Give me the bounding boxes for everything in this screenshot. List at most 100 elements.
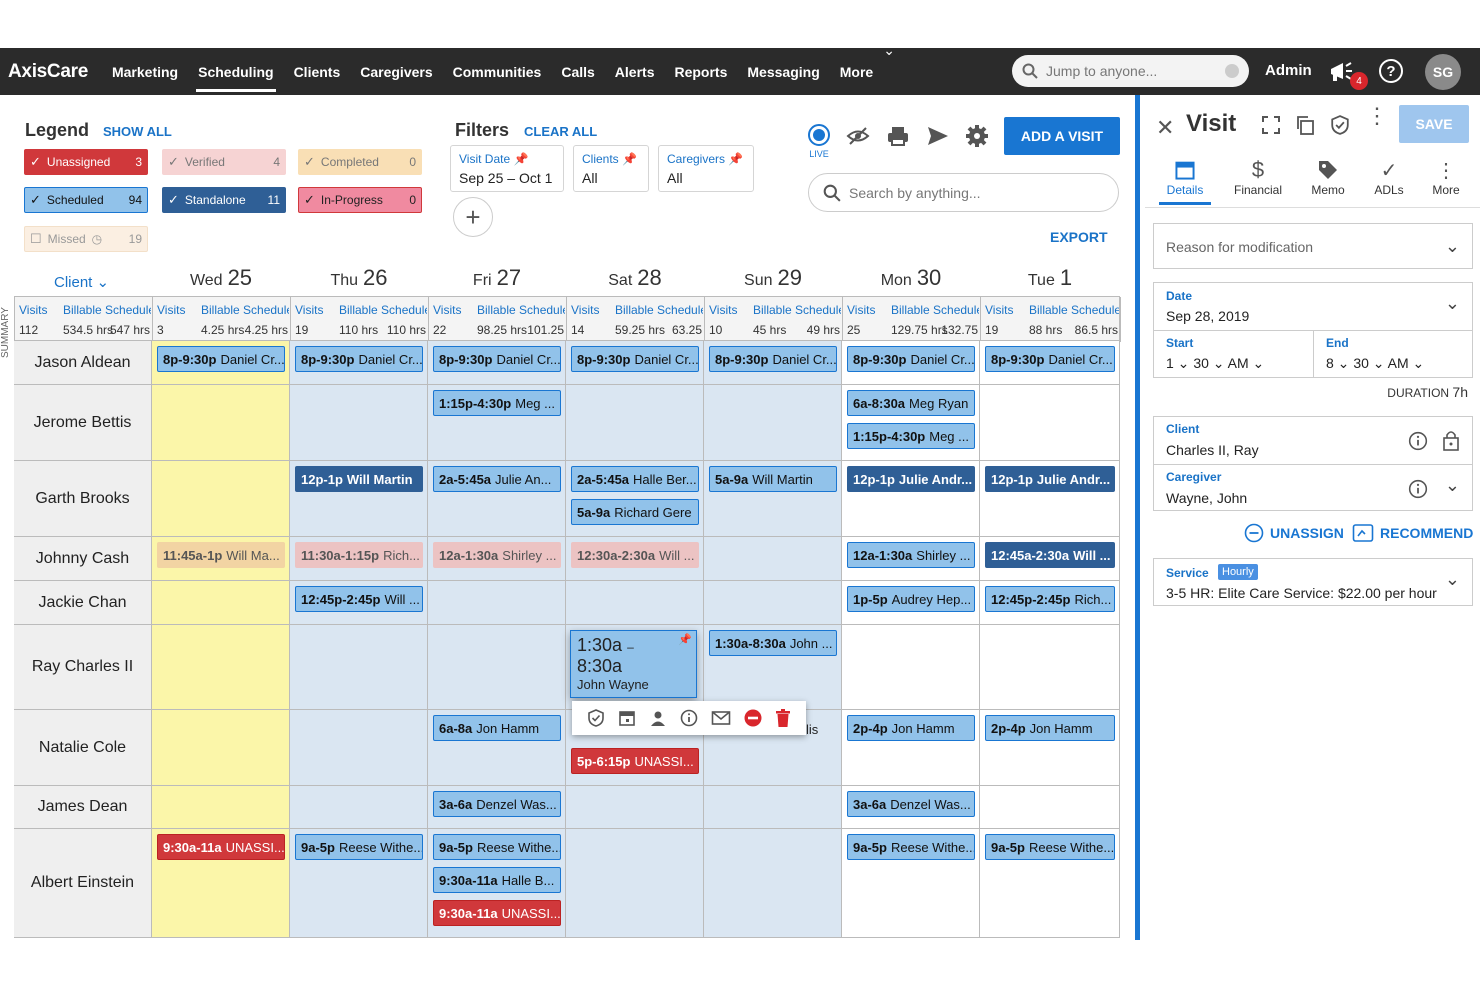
tab-financial[interactable]: $ Financial: [1228, 157, 1288, 197]
nav-item-more[interactable]: More: [830, 48, 883, 95]
person-icon[interactable]: [649, 709, 667, 727]
day-cell[interactable]: [152, 385, 290, 460]
tab-more[interactable]: ⋮ More: [1416, 157, 1476, 198]
day-cell[interactable]: [152, 625, 290, 709]
day-header[interactable]: Sun 29: [704, 265, 842, 295]
trash-icon[interactable]: [775, 709, 791, 727]
visit-event[interactable]: 8p-9:30p Daniel Cr...: [295, 346, 423, 372]
legend-verified[interactable]: ✓ Verified 4: [162, 149, 286, 175]
visit-event[interactable]: 9a-5p Reese Withe...: [295, 834, 423, 860]
pin-icon[interactable]: 📌: [728, 152, 743, 166]
legend-missed[interactable]: ☐ Missed ◷ 19: [24, 226, 148, 252]
visit-event[interactable]: 9:30a-11a Halle B...: [433, 867, 561, 893]
visit-event[interactable]: 5p-6:15p UNASSI...: [571, 748, 699, 774]
day-header[interactable]: Fri 27: [428, 265, 566, 295]
day-cell[interactable]: [152, 581, 290, 624]
client-name[interactable]: Ray Charles II: [14, 625, 152, 709]
cancel-icon[interactable]: [744, 709, 762, 727]
tab-adls[interactable]: ✓ ADLs: [1359, 157, 1419, 198]
shield-icon[interactable]: [1330, 114, 1350, 136]
visit-event[interactable]: 8p-9:30p Daniel Cr...: [985, 346, 1115, 372]
visit-event[interactable]: 3a-6a Denzel Was...: [847, 791, 975, 817]
visit-event[interactable]: 12:45p-2:45p Rich...: [985, 586, 1115, 612]
visit-event[interactable]: 12a-1:30a Shirley ...: [433, 542, 561, 568]
show-all-link[interactable]: SHOW ALL: [103, 124, 172, 139]
day-cell[interactable]: [428, 625, 566, 709]
recommend-button[interactable]: RECOMMEND: [1352, 523, 1473, 543]
day-cell[interactable]: [704, 537, 842, 580]
day-cell[interactable]: [566, 829, 704, 937]
visit-event[interactable]: 2p-4p Jon Hamm: [985, 715, 1115, 741]
legend-unassigned[interactable]: ✓ Unassigned 3: [24, 149, 148, 175]
tab-memo[interactable]: Memo: [1298, 157, 1358, 197]
date-value[interactable]: Sep 28, 2019: [1166, 308, 1249, 324]
client-name[interactable]: Natalie Cole: [14, 710, 152, 785]
client-name[interactable]: Johnny Cash: [14, 537, 152, 580]
eye-off-icon[interactable]: [846, 124, 870, 148]
visit-event[interactable]: 8p-9:30p Daniel Cr...: [709, 346, 837, 372]
gear-icon[interactable]: [965, 124, 989, 148]
day-cell[interactable]: [980, 625, 1120, 709]
day-cell[interactable]: [152, 786, 290, 828]
day-cell[interactable]: [704, 581, 842, 624]
nav-item-calls[interactable]: Calls: [551, 48, 604, 95]
chevron-down-icon[interactable]: ⌄: [1445, 293, 1460, 314]
clear-icon[interactable]: [1225, 64, 1239, 78]
end-time[interactable]: 8 ⌄ 30 ⌄ AM ⌄: [1326, 355, 1424, 372]
nav-item-caregivers[interactable]: Caregivers: [350, 48, 442, 95]
visit-event[interactable]: 12p-1p Julie Andr...: [985, 466, 1115, 492]
day-cell[interactable]: [152, 710, 290, 785]
mail-icon[interactable]: [711, 709, 731, 727]
visit-event[interactable]: 8p-9:30p Daniel Cr...: [157, 346, 285, 372]
app-logo[interactable]: AxisCare: [8, 61, 88, 83]
day-cell[interactable]: [152, 461, 290, 536]
info-icon[interactable]: [1408, 431, 1428, 451]
info-icon[interactable]: [680, 709, 698, 727]
export-link[interactable]: EXPORT: [1050, 229, 1108, 245]
info-icon[interactable]: [1408, 479, 1428, 499]
day-header[interactable]: Tue 1: [980, 265, 1120, 295]
service-select[interactable]: Service Hourly 3-5 HR: Elite Care Servic…: [1153, 558, 1473, 606]
day-cell[interactable]: [842, 625, 980, 709]
day-cell[interactable]: [566, 581, 704, 624]
avatar[interactable]: SG: [1425, 54, 1461, 90]
start-time[interactable]: 1 ⌄ 30 ⌄ AM ⌄: [1166, 355, 1264, 372]
visit-event[interactable]: 12:30a-2:30a Will ...: [571, 542, 699, 568]
day-cell[interactable]: [566, 786, 704, 828]
filter-caregivers[interactable]: Caregivers 📌 All: [658, 145, 754, 192]
clear-all-link[interactable]: CLEAR ALL: [524, 124, 597, 139]
visit-event[interactable]: 1p-5p Audrey Hep...: [847, 586, 975, 612]
visit-event[interactable]: 12a-1:30a Shirley ...: [847, 542, 975, 568]
day-cell[interactable]: [290, 710, 428, 785]
visit-event[interactable]: 12:45a-2:30a Will ...: [985, 542, 1115, 568]
day-cell[interactable]: [704, 786, 842, 828]
day-header[interactable]: Sat 28: [566, 265, 704, 295]
chevron-down-icon[interactable]: ⌄: [1445, 475, 1460, 496]
jump-search-input[interactable]: Jump to anyone...: [1012, 55, 1249, 87]
visit-event[interactable]: 11:30a-1:15p Rich...: [295, 542, 423, 568]
nav-item-messaging[interactable]: Messaging: [737, 48, 829, 95]
day-cell[interactable]: [428, 581, 566, 624]
nav-item-reports[interactable]: Reports: [664, 48, 737, 95]
caregiver-value[interactable]: Wayne, John: [1166, 490, 1247, 506]
visit-event[interactable]: 8p-9:30p Daniel Cr...: [847, 346, 975, 372]
client-name[interactable]: James Dean: [14, 786, 152, 828]
day-cell[interactable]: [704, 829, 842, 937]
visit-event[interactable]: 6a-8:30a Meg Ryan: [847, 390, 975, 416]
visit-event[interactable]: 12p-1p Julie Andr...: [847, 466, 975, 492]
print-icon[interactable]: [886, 124, 910, 148]
nav-item-marketing[interactable]: Marketing: [102, 48, 188, 95]
day-header[interactable]: Thu 26: [290, 265, 428, 295]
add-filter-button[interactable]: +: [453, 197, 493, 237]
filter-clients[interactable]: Clients 📌 All: [573, 145, 649, 192]
day-cell[interactable]: [704, 385, 842, 460]
copy-icon[interactable]: [1295, 115, 1315, 135]
legend-completed[interactable]: ✓ Completed 0: [298, 149, 422, 175]
visit-event[interactable]: 12p-1p Will Martin: [295, 466, 423, 492]
client-name[interactable]: Jerome Bettis: [14, 385, 152, 460]
day-cell[interactable]: [290, 625, 428, 709]
nav-item-communities[interactable]: Communities: [443, 48, 552, 95]
nav-item-clients[interactable]: Clients: [284, 48, 351, 95]
filter-visit-date[interactable]: Visit Date 📌 Sep 25 – Oct 1: [450, 145, 564, 192]
add-visit-button[interactable]: ADD A VISIT: [1004, 117, 1120, 155]
